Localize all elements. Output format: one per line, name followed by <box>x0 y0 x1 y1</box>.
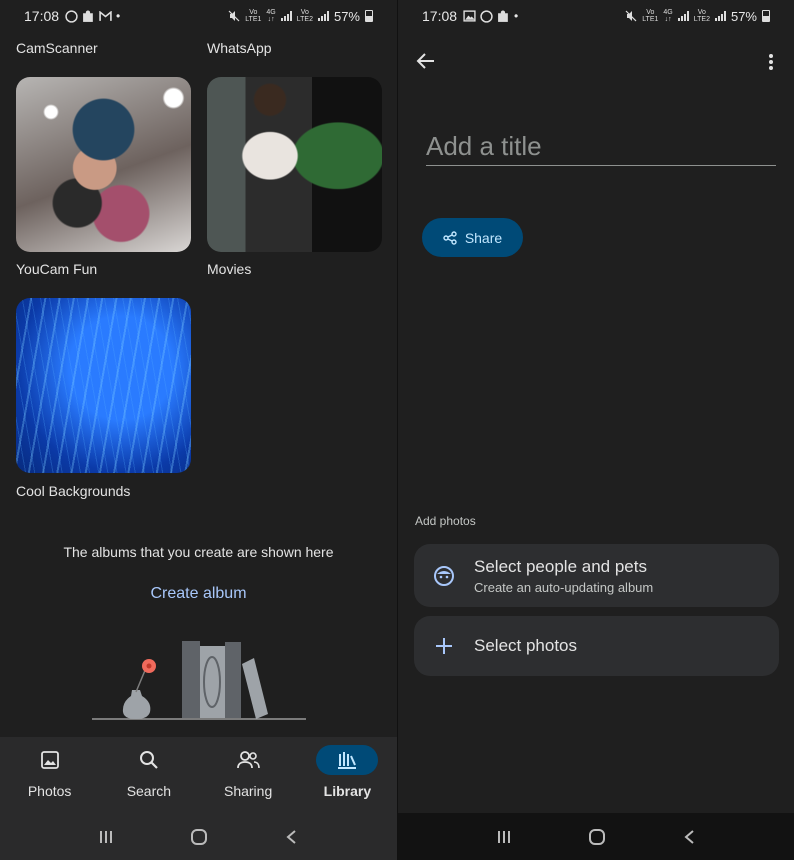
nav-sharing-label: Sharing <box>223 783 273 799</box>
more-vert-icon[interactable] <box>768 53 774 71</box>
home-icon[interactable] <box>588 828 606 846</box>
battery-percent: 57% <box>333 8 360 24</box>
back-arrow-icon[interactable] <box>416 52 436 70</box>
album-label-whatsapp[interactable]: WhatsApp <box>207 40 272 56</box>
signal2-icon <box>714 11 726 21</box>
back-icon[interactable] <box>683 829 697 845</box>
volte2-icon: Vo LTE2 <box>296 9 313 23</box>
album-thumb-cool-backgrounds[interactable] <box>16 298 191 473</box>
album-title-input[interactable] <box>426 128 776 166</box>
system-nav-bar <box>0 813 397 860</box>
signal2-icon <box>317 11 329 21</box>
whatsapp-icon <box>65 9 78 23</box>
home-icon[interactable] <box>190 828 208 846</box>
album-thumb-youcam-fun[interactable] <box>16 77 191 252</box>
gallery-icon <box>463 10 476 22</box>
system-nav-bar <box>398 813 794 860</box>
add-photos-label: Add photos <box>415 514 476 528</box>
face-icon <box>434 565 454 586</box>
select-photos-option[interactable]: Select photos <box>414 616 779 676</box>
status-time: 17:08 <box>422 8 458 24</box>
nav-search[interactable]: Search <box>99 737 198 813</box>
photo-icon <box>40 751 59 769</box>
status-bar: 17:08 • Vo LTE1 4G ↓↑ Vo LTE2 57% <box>0 0 397 32</box>
share-button-label: Share <box>464 229 503 246</box>
library-screen: 17:08 • Vo LTE1 4G ↓↑ Vo LTE2 57% CamScanne… <box>0 0 397 860</box>
nav-photos-label: Photos <box>27 783 72 799</box>
battery-percent: 57% <box>730 8 757 24</box>
new-album-screen: 17:08 • VoLTE1 4G↓↑ VoLTE2 57% Share Add… <box>397 0 794 860</box>
dot-icon: • <box>514 9 519 23</box>
dot-icon: • <box>116 9 121 23</box>
album-label-cool-backgrounds[interactable]: Cool Backgrounds <box>16 483 130 499</box>
status-bar: 17:08 • Vo LTE1 4G ↓↑ Vo LTE2 57% <box>398 0 794 32</box>
share-icon <box>443 230 457 245</box>
mute-icon <box>228 10 240 22</box>
create-album-link[interactable]: Create album <box>0 585 397 603</box>
puzzle-icon <box>498 10 508 22</box>
whatsapp-icon <box>480 9 493 23</box>
status-time: 17:08 <box>24 8 60 24</box>
search-icon <box>139 751 158 769</box>
share-button[interactable]: Share <box>422 218 523 257</box>
album-thumb-movies[interactable] <box>207 77 382 252</box>
select-people-and-pets-option[interactable]: Select people and pets Create an auto-up… <box>414 544 779 607</box>
people-icon <box>237 751 260 769</box>
bookshelf-illustration <box>92 641 306 720</box>
select-people-subtitle: Create an auto-updating album <box>474 579 654 595</box>
nav-library-label: Library <box>323 783 372 799</box>
battery-icon <box>365 10 373 22</box>
nav-library[interactable]: Library <box>298 737 397 813</box>
album-label-youcam-fun[interactable]: YouCam Fun <box>16 261 97 277</box>
mute-icon <box>625 10 637 22</box>
bottom-navigation: Photos Search Sharing Library <box>0 737 397 813</box>
select-photos-title: Select photos <box>474 636 578 655</box>
select-people-title: Select people and pets <box>474 556 647 576</box>
gmail-icon <box>99 10 112 21</box>
empty-albums-text: The albums that you create are shown her… <box>63 544 334 560</box>
network-4g-icon: 4G ↓↑ <box>266 9 276 23</box>
volte-icon: Vo LTE1 <box>642 9 659 23</box>
recents-icon[interactable] <box>98 829 114 845</box>
plus-icon <box>436 638 452 654</box>
battery-icon <box>762 10 770 22</box>
library-icon <box>338 752 357 769</box>
album-label-movies[interactable]: Movies <box>207 261 251 277</box>
back-icon[interactable] <box>285 829 299 845</box>
volte2-icon: Vo LTE2 <box>693 9 710 23</box>
album-label-camscanner[interactable]: CamScanner <box>16 40 98 56</box>
volte-icon: Vo LTE1 <box>245 9 262 23</box>
network-4g-icon: 4G ↓↑ <box>663 9 673 23</box>
recents-icon[interactable] <box>496 829 512 845</box>
puzzle-icon <box>83 10 93 22</box>
nav-search-label: Search <box>126 783 172 799</box>
signal-icon <box>677 11 689 21</box>
signal-icon <box>280 11 292 21</box>
nav-photos[interactable]: Photos <box>0 737 99 813</box>
nav-sharing[interactable]: Sharing <box>199 737 298 813</box>
